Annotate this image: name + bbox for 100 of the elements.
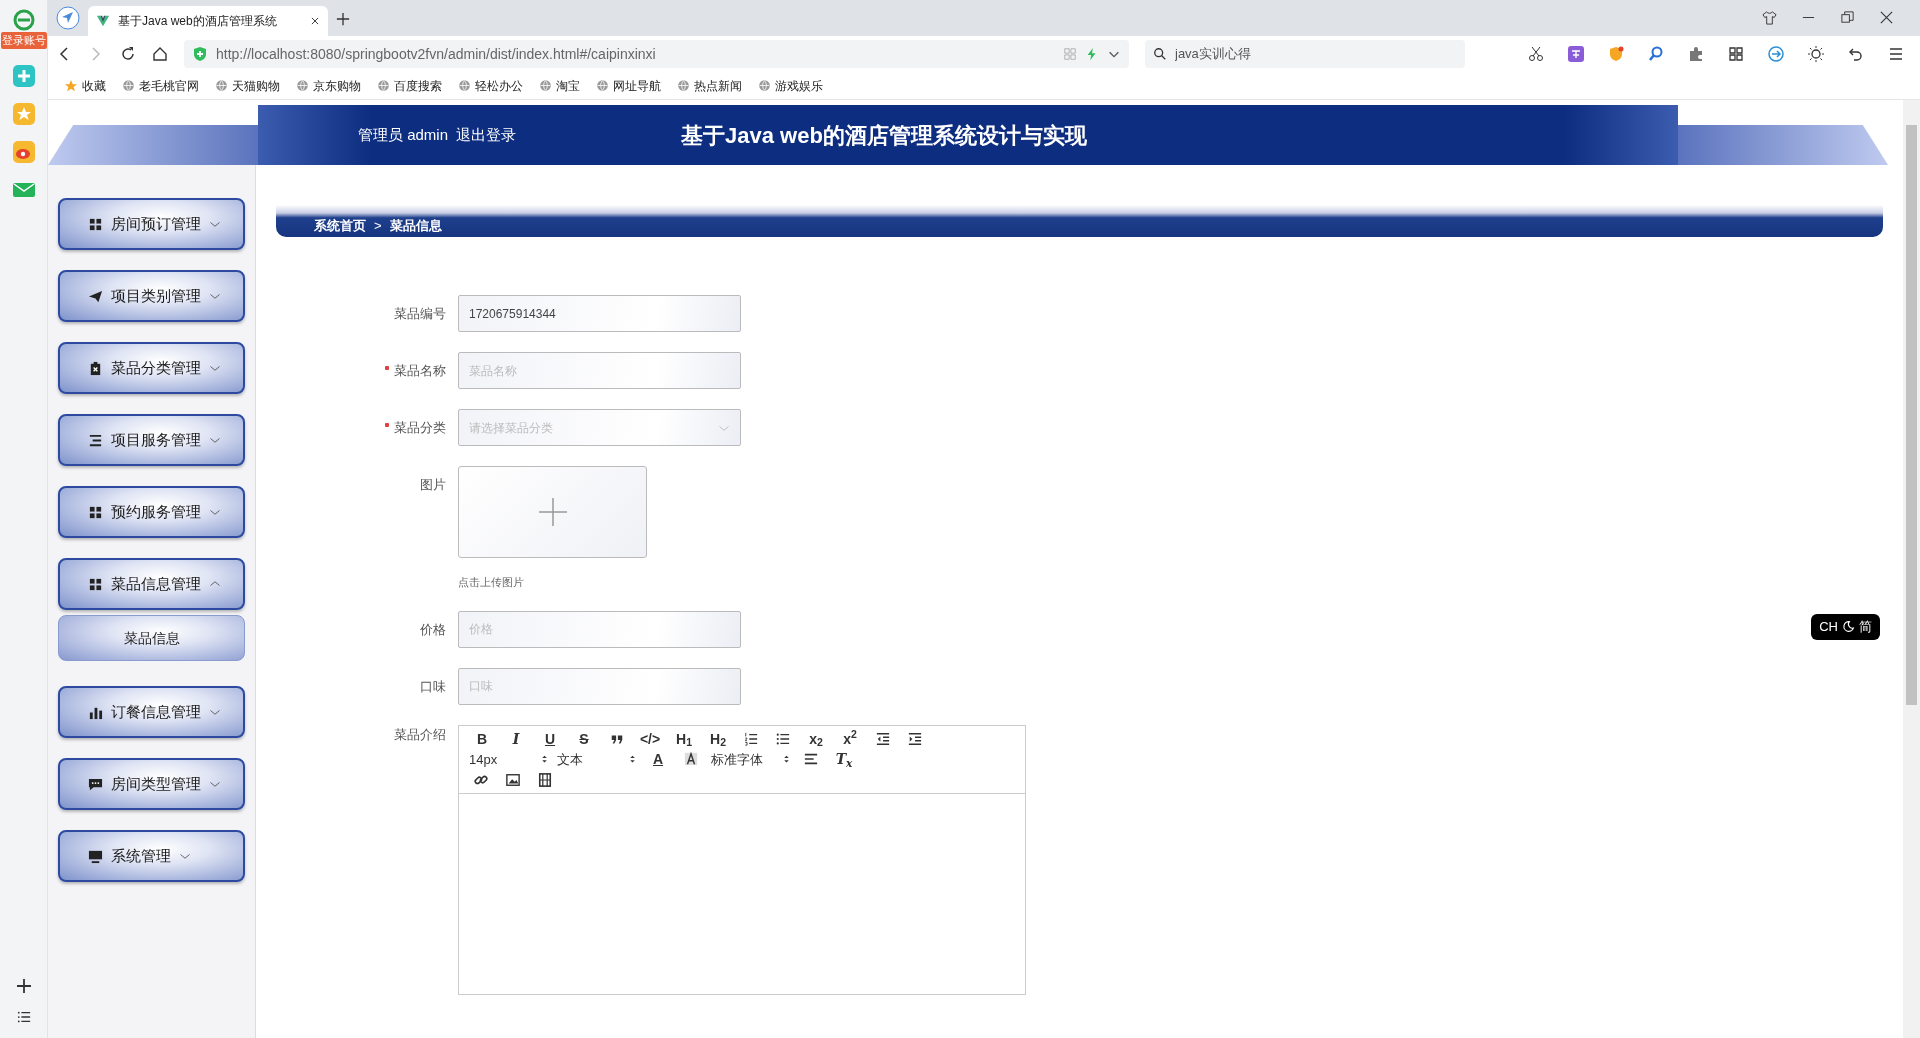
globe-icon: [377, 79, 390, 92]
input-method-indicator[interactable]: CH 简: [1811, 614, 1880, 640]
updown-icon: [628, 754, 637, 765]
toolbar-button[interactable]: H$_{2}$: [705, 731, 731, 746]
v-logo-icon: [96, 14, 110, 28]
bookmark-link[interactable]: 热点新闻: [677, 76, 742, 95]
browser-tab[interactable]: 基于Java web的酒店管理系统: [88, 6, 328, 36]
globe-icon: [296, 79, 309, 92]
link-icon[interactable]: [474, 773, 488, 787]
globe-icon: [122, 79, 135, 92]
toolbar-button[interactable]: I: [503, 731, 529, 746]
translate-icon[interactable]: [1568, 46, 1584, 62]
plus-icon[interactable]: [336, 12, 350, 26]
submenu-item[interactable]: 菜品信息: [58, 615, 245, 661]
bullet-list-icon[interactable]: [776, 731, 790, 746]
font-select[interactable]: 14px: [469, 749, 549, 769]
toolbar-button[interactable]: A: [645, 752, 671, 767]
bookmark-link[interactable]: 网址导航: [596, 76, 661, 95]
navigation-icon[interactable]: [56, 6, 80, 30]
numbered-list-icon[interactable]: [744, 731, 758, 746]
field-label: 菜品名称: [394, 363, 446, 378]
menu-button[interactable]: 项目类别管理: [58, 270, 245, 322]
toolbar-button[interactable]: S: [571, 731, 597, 746]
bookmark-link[interactable]: 天猫购物: [215, 76, 280, 95]
scrollbar-thumb[interactable]: [1906, 125, 1917, 705]
bookmark-link[interactable]: 淘宝: [539, 76, 580, 95]
address-bar[interactable]: http://localhost:8080/springbootv2fvn/admin/dist/index.html#/caipinxinxi: [184, 40, 1129, 68]
sync-icon[interactable]: [1768, 46, 1784, 62]
menu-button[interactable]: 订餐信息管理: [58, 686, 245, 738]
updown-icon: [540, 754, 549, 765]
scissors-icon[interactable]: [1528, 46, 1544, 62]
list-icon: [88, 432, 103, 448]
menu-icon[interactable]: [1888, 46, 1904, 62]
shield-badge-icon[interactable]: [1608, 46, 1624, 62]
restore-icon[interactable]: [1840, 10, 1855, 25]
logout-link[interactable]: 退出登录: [456, 123, 517, 147]
puzzle-icon[interactable]: [1688, 46, 1704, 62]
bookmark-link[interactable]: 老毛桃官网: [122, 76, 199, 95]
input-field[interactable]: 1720675914344: [458, 295, 741, 332]
image-icon[interactable]: [506, 773, 520, 787]
input-field[interactable]: 菜品名称: [458, 352, 741, 389]
search-icon: [1153, 47, 1167, 61]
menu-button[interactable]: 菜品信息管理: [58, 558, 245, 610]
toolbar-button[interactable]: x$_{2}$: [803, 731, 829, 746]
film-icon[interactable]: [538, 773, 552, 787]
bookmark-link[interactable]: 游戏娱乐: [758, 76, 823, 95]
scrollbar[interactable]: [1903, 100, 1920, 1038]
menu-button[interactable]: 菜品分类管理: [58, 342, 245, 394]
toolbar-button[interactable]: U: [537, 731, 563, 746]
reload-icon[interactable]: [120, 46, 136, 62]
plus-icon[interactable]: [15, 978, 32, 994]
outdent-icon[interactable]: [876, 731, 890, 746]
shield-icon: [192, 46, 208, 62]
input-field[interactable]: 口味: [458, 667, 741, 705]
breadcrumb-link[interactable]: 菜品信息: [389, 215, 442, 235]
globe-icon: [596, 79, 609, 92]
highlight-icon[interactable]: [684, 752, 698, 767]
toolbar-button[interactable]: T$_{x}$: [831, 752, 857, 767]
menu-button[interactable]: 预约服务管理: [58, 486, 245, 538]
plus-icon: [538, 498, 567, 526]
rich-text-editor[interactable]: B I U S </> H$_{1}$ H$_{2}$ x$_{2}$ x$^{2}$ 14px 文本 A 标准字体 T$_{x}$: [458, 724, 1026, 995]
bookmark-link[interactable]: 收藏: [64, 76, 106, 95]
undo-icon[interactable]: [1848, 46, 1864, 62]
menu-button[interactable]: 房间预订管理: [58, 198, 245, 250]
apps-icon[interactable]: [1728, 46, 1744, 62]
close-icon[interactable]: [1879, 10, 1894, 25]
indent-icon[interactable]: [908, 731, 922, 746]
brightness-icon[interactable]: [1808, 46, 1824, 62]
menu-button[interactable]: 系统管理: [58, 830, 245, 882]
shirt-icon[interactable]: [1762, 10, 1777, 25]
field-label: 菜品编号: [394, 306, 446, 321]
align-icon[interactable]: [804, 752, 818, 767]
toolbar-button[interactable]: </>: [637, 731, 663, 746]
globe-icon: [677, 79, 690, 92]
eye-icon[interactable]: [12, 140, 35, 163]
field-label: 价格: [420, 621, 446, 637]
menu-button[interactable]: 房间类型管理: [58, 758, 245, 810]
toolbar-button[interactable]: H$_{1}$: [671, 731, 697, 746]
bookmark-link[interactable]: 百度搜索: [377, 76, 442, 95]
bookmark-link[interactable]: 京东购物: [296, 76, 361, 95]
monitor-icon: [88, 848, 103, 864]
browser-logo-icon[interactable]: [11, 8, 36, 32]
breadcrumb-link[interactable]: 系统首页: [314, 215, 366, 235]
magnifier-icon[interactable]: [1648, 46, 1664, 62]
field-label: 口味: [420, 678, 446, 694]
globe-icon: [758, 79, 771, 92]
close-icon[interactable]: [310, 16, 320, 26]
select-placeholder: 请选择菜品分类: [469, 419, 553, 437]
home-icon[interactable]: [152, 46, 168, 62]
menu-button[interactable]: 项目服务管理: [58, 414, 245, 466]
bookmark-link[interactable]: 轻松办公: [458, 76, 523, 95]
toolbar-button[interactable]: B: [469, 731, 495, 746]
toolbar-button[interactable]: x$^{2}$: [837, 731, 863, 746]
input-field[interactable]: 价格: [458, 610, 741, 648]
list-icon[interactable]: [16, 1010, 31, 1024]
font-select[interactable]: 文本: [557, 749, 637, 769]
grid-icon: [88, 216, 103, 232]
search-field[interactable]: java实训心得: [1145, 40, 1465, 68]
font-select[interactable]: 标准字体: [711, 749, 791, 769]
updown-icon: [782, 754, 791, 765]
